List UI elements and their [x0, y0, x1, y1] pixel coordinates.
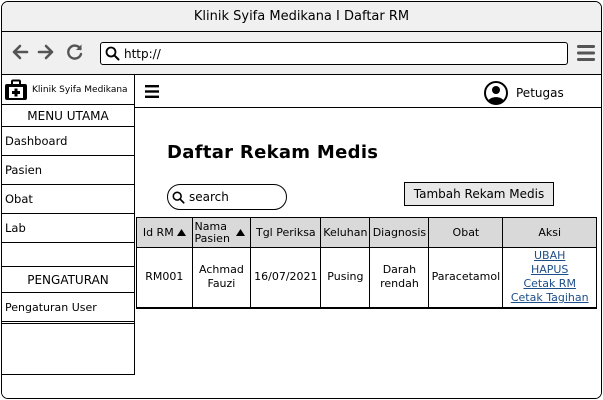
column-header-id-label: Id RM: [142, 225, 174, 239]
medical-kit-icon: [5, 79, 27, 100]
forward-arrow-icon[interactable]: [36, 42, 56, 62]
user-menu[interactable]: Petugas: [484, 81, 564, 105]
brand[interactable]: Klinik Syifa Medikana: [2, 75, 134, 105]
app-topbar: Petugas: [135, 75, 601, 108]
sidebar-spacer: [2, 243, 134, 267]
cell-tgl: 16/07/2021: [250, 247, 322, 309]
search-placeholder: search: [189, 190, 229, 204]
sidebar-settings-heading: PENGATURAN: [2, 267, 134, 293]
search-icon: [105, 46, 120, 61]
browser-menu-icon[interactable]: [576, 43, 596, 63]
url-text: http://: [124, 46, 161, 61]
column-header-nama-label: Nama Pasien: [194, 219, 230, 245]
sidebar-item-obat[interactable]: Obat: [2, 185, 134, 214]
sidebar-divider: [2, 322, 134, 324]
window-title: Klinik Syifa Medikana I Daftar RM: [193, 9, 410, 24]
delete-link[interactable]: HAPUS: [505, 263, 594, 277]
reload-icon[interactable]: [65, 42, 85, 62]
sidebar-item-pasien[interactable]: Pasien: [2, 156, 134, 185]
cell-keluhan: Pusing: [320, 247, 371, 309]
user-icon: [484, 81, 508, 105]
cell-id: RM001: [136, 247, 193, 309]
user-label: Petugas: [516, 86, 564, 100]
sort-up-icon[interactable]: [176, 229, 186, 236]
url-bar[interactable]: http://: [100, 42, 568, 65]
browser-toolbar: http://: [2, 32, 601, 75]
hamburger-icon[interactable]: [145, 85, 159, 98]
cell-aksi: UBAH HAPUS Cetak RM Cetak Tagihan: [502, 247, 597, 309]
table-row: RM001 Achmad Fauzi 16/07/2021 Pusing Dar…: [136, 247, 597, 309]
main-content: Daftar Rekam Medis search Tambah Rekam M…: [135, 108, 601, 398]
add-record-button[interactable]: Tambah Rekam Medis: [404, 182, 554, 206]
sidebar-item-pengaturan-user[interactable]: Pengaturan User: [2, 293, 134, 322]
sort-up-icon[interactable]: [235, 229, 245, 236]
print-bill-link[interactable]: Cetak Tagihan: [505, 291, 594, 305]
edit-link[interactable]: UBAH: [505, 249, 594, 263]
browser-window: Klinik Syifa Medikana I Daftar RM http:/…: [1, 1, 602, 399]
search-input[interactable]: search: [167, 184, 287, 210]
sidebar-item-lab[interactable]: Lab: [2, 214, 134, 243]
sidebar: Klinik Syifa Medikana MENU UTAMA Dashboa…: [2, 75, 135, 375]
back-arrow-icon[interactable]: [10, 42, 30, 62]
print-record-link[interactable]: Cetak RM: [505, 277, 594, 291]
window-titlebar: Klinik Syifa Medikana I Daftar RM: [2, 2, 601, 32]
search-icon: [172, 191, 185, 204]
page-viewport: Klinik Syifa Medikana MENU UTAMA Dashboa…: [2, 75, 601, 398]
brand-name: Klinik Syifa Medikana: [32, 84, 128, 95]
column-header-diagnosis: Diagnosis: [369, 217, 430, 248]
table-header-row: Id RM Nama Pasien Tgl Periksa Keluhan Di…: [136, 217, 597, 248]
cell-diagnosis: Darah rendah: [369, 247, 430, 309]
column-header-tgl: Tgl Periksa: [250, 217, 322, 248]
cell-nama: Achmad Fauzi: [191, 247, 252, 309]
column-header-keluhan: Keluhan: [320, 217, 371, 248]
page-title: Daftar Rekam Medis: [167, 142, 379, 163]
column-header-aksi: Aksi: [502, 217, 597, 248]
column-header-obat: Obat: [428, 217, 504, 248]
column-header-id[interactable]: Id RM: [136, 217, 193, 248]
cell-obat: Paracetamol: [428, 247, 504, 309]
column-header-nama[interactable]: Nama Pasien: [191, 217, 252, 248]
records-table: Id RM Nama Pasien Tgl Periksa Keluhan Di…: [136, 217, 597, 309]
sidebar-item-dashboard[interactable]: Dashboard: [2, 127, 134, 156]
sidebar-main-heading: MENU UTAMA: [2, 105, 134, 127]
